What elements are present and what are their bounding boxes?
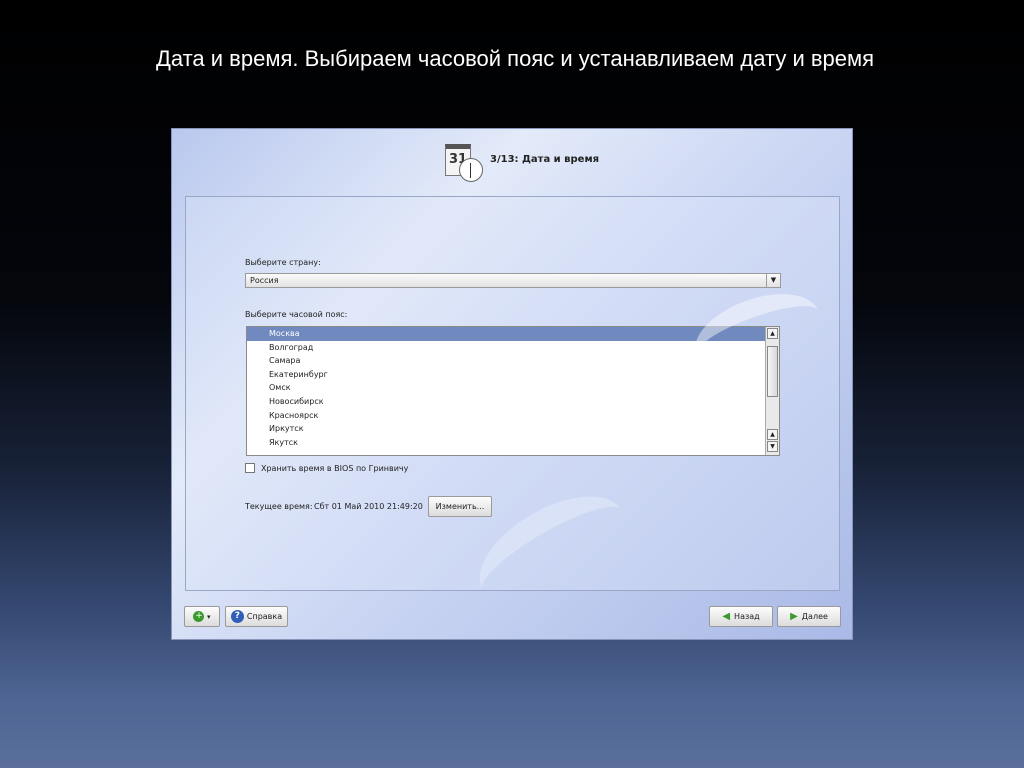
- add-menu-button[interactable]: + ▾: [184, 606, 220, 627]
- installer-window: 31 3/13: Дата и время Выберите страну: Р…: [171, 128, 853, 640]
- current-time-label: Текущее время:: [245, 502, 313, 511]
- timezone-item[interactable]: Волгоград: [247, 341, 779, 355]
- change-time-button[interactable]: Изменить...: [428, 496, 492, 517]
- scroll-up-lower-icon[interactable]: ▲: [767, 429, 778, 440]
- help-button-label: Справка: [246, 612, 283, 621]
- chevron-down-icon[interactable]: ▼: [766, 274, 780, 287]
- next-button[interactable]: ▶ Далее: [777, 606, 841, 627]
- bios-checkbox-label: Хранить время в BIOS по Гринвичу: [261, 464, 409, 473]
- current-time-value: Сбт 01 Май 2010 21:49:20: [314, 502, 423, 511]
- timezone-item[interactable]: Омск: [247, 381, 779, 395]
- help-button[interactable]: ? Справка: [225, 606, 288, 627]
- timezone-item[interactable]: Екатеринбург: [247, 368, 779, 382]
- back-button-label: Назад: [734, 612, 760, 621]
- timezone-item[interactable]: Москва: [247, 327, 779, 341]
- arrow-left-icon: ◀: [722, 611, 731, 622]
- timezone-scrollbar[interactable]: ▲ ▲ ▼: [765, 327, 779, 455]
- next-button-label: Далее: [801, 612, 828, 621]
- timezone-label: Выберите часовой пояс:: [245, 310, 348, 319]
- clock-icon: [459, 158, 483, 182]
- timezone-item[interactable]: Самара: [247, 354, 779, 368]
- timezone-item[interactable]: Якутск: [247, 436, 779, 450]
- scroll-up-icon[interactable]: ▲: [767, 328, 778, 339]
- timezone-item[interactable]: Новосибирск: [247, 395, 779, 409]
- scroll-down-icon[interactable]: ▼: [767, 441, 778, 452]
- country-value: Россия: [250, 276, 279, 285]
- country-label: Выберите страну:: [245, 258, 321, 267]
- timezone-list[interactable]: Москва Волгоград Самара Екатеринбург Омск Нов…: [246, 326, 780, 456]
- scroll-thumb[interactable]: [767, 346, 778, 397]
- step-title: 3/13: Дата и время: [490, 154, 600, 165]
- timezone-item[interactable]: Красноярск: [247, 409, 779, 423]
- timezone-item[interactable]: Иркутск: [247, 422, 779, 436]
- green-plus-icon: +: [193, 611, 205, 622]
- calendar-clock-icon: 31: [445, 144, 485, 184]
- country-combobox[interactable]: Россия ▼: [245, 273, 781, 288]
- back-button[interactable]: ◀ Назад: [709, 606, 773, 627]
- arrow-right-icon: ▶: [790, 611, 798, 622]
- dropdown-arrow-icon: ▾: [207, 613, 211, 621]
- help-question-icon: ?: [230, 610, 244, 623]
- slide-title: Дата и время. Выбираем часовой пояс и ус…: [155, 46, 875, 71]
- bios-checkbox[interactable]: [245, 463, 255, 473]
